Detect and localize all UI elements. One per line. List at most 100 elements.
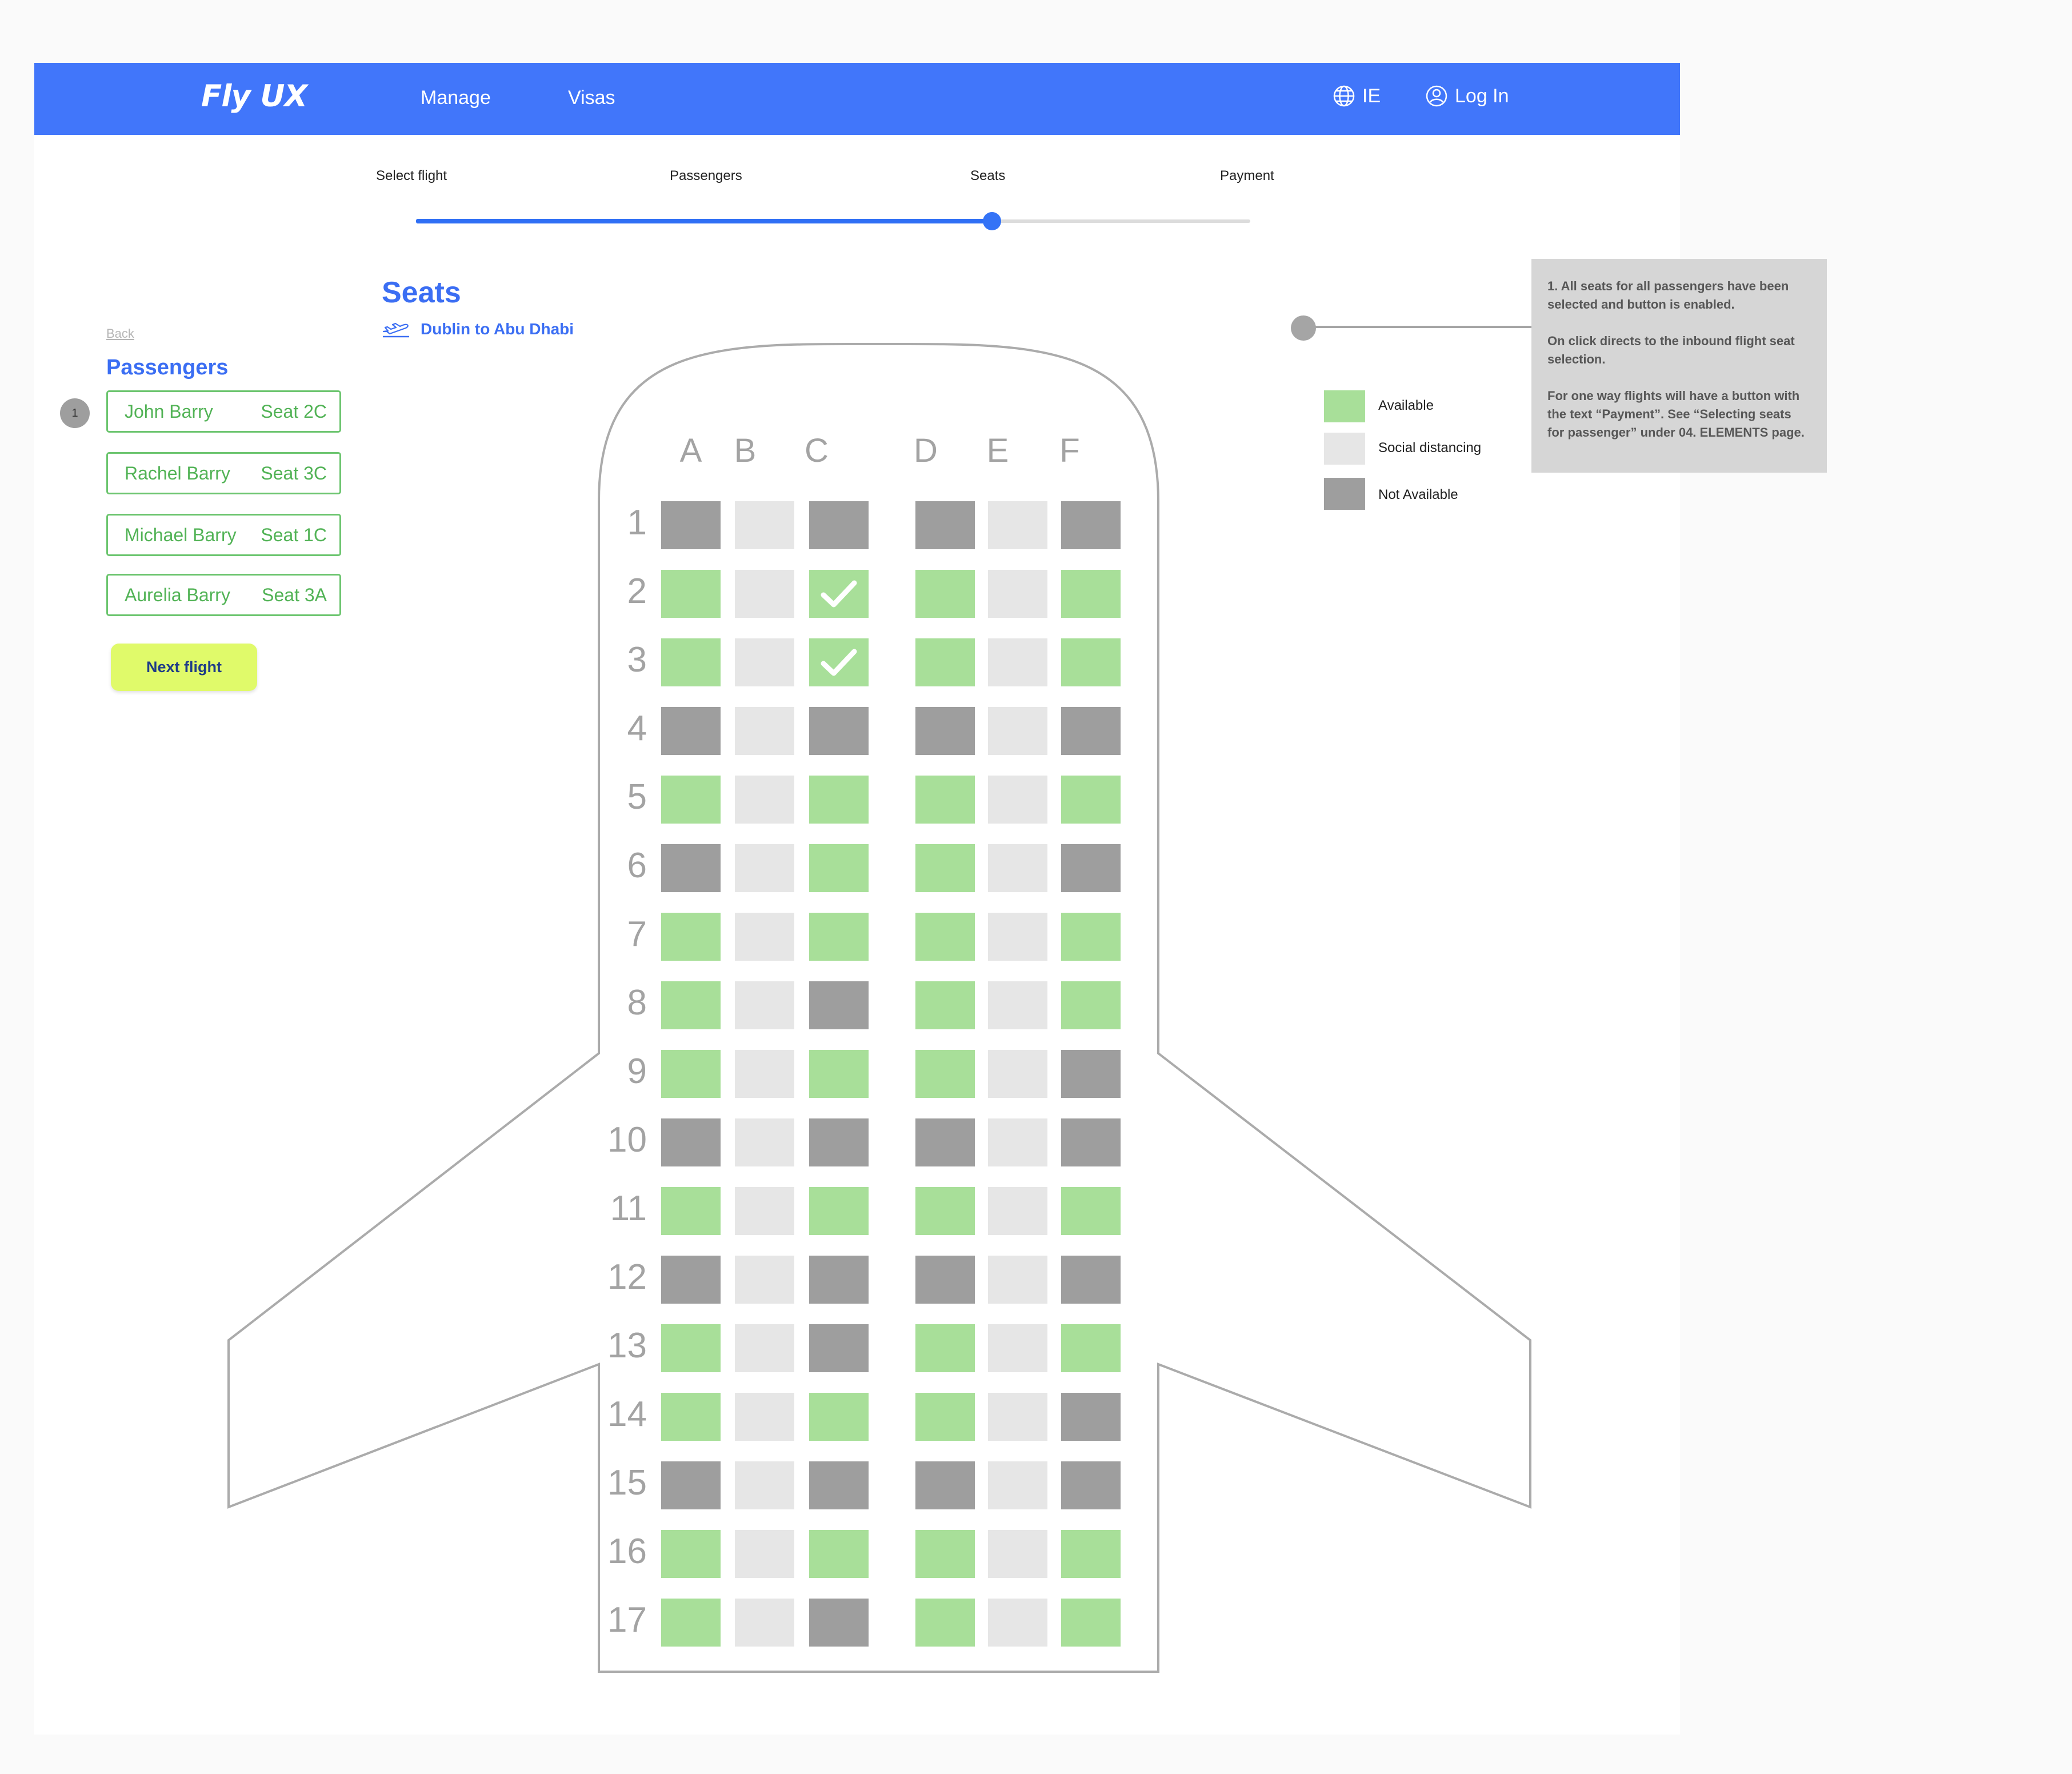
seat-5F[interactable] xyxy=(1061,776,1121,824)
row-number: 12 xyxy=(607,1257,647,1297)
seat-11C[interactable] xyxy=(809,1187,869,1235)
seat-13D[interactable] xyxy=(915,1324,975,1372)
row-number: 16 xyxy=(607,1532,647,1571)
seat-10F xyxy=(1061,1118,1121,1166)
seat-16B xyxy=(735,1530,794,1578)
seat-2E xyxy=(988,570,1047,618)
seat-6B xyxy=(735,844,794,892)
seat-2A[interactable] xyxy=(661,570,721,618)
seat-5C[interactable] xyxy=(809,776,869,824)
column-label: C xyxy=(805,432,829,469)
row-number: 7 xyxy=(627,914,647,954)
seat-13A[interactable] xyxy=(661,1324,721,1372)
seat-11A[interactable] xyxy=(661,1187,721,1235)
seat-15D xyxy=(915,1461,975,1509)
seat-12E xyxy=(988,1256,1047,1304)
seat-7D[interactable] xyxy=(915,913,975,961)
seat-3C[interactable] xyxy=(809,638,869,686)
row-number: 10 xyxy=(607,1120,647,1160)
seat-12A xyxy=(661,1256,721,1304)
seat-14B xyxy=(735,1393,794,1441)
seat-8D[interactable] xyxy=(915,981,975,1029)
seat-6D[interactable] xyxy=(915,844,975,892)
seat-11F[interactable] xyxy=(1061,1187,1121,1235)
seat-3F[interactable] xyxy=(1061,638,1121,686)
legend-label-unavailable: Not Available xyxy=(1378,487,1458,502)
legend-swatch-unavailable xyxy=(1324,478,1365,510)
seat-12D xyxy=(915,1256,975,1304)
seat-8F[interactable] xyxy=(1061,981,1121,1029)
seat-10B xyxy=(735,1118,794,1166)
seat-16D[interactable] xyxy=(915,1530,975,1578)
seat-15F xyxy=(1061,1461,1121,1509)
seat-14A[interactable] xyxy=(661,1393,721,1441)
row-number: 9 xyxy=(627,1052,647,1091)
seat-9B xyxy=(735,1050,794,1098)
seat-7C[interactable] xyxy=(809,913,869,961)
seat-8C xyxy=(809,981,869,1029)
seat-9D[interactable] xyxy=(915,1050,975,1098)
seat-13E xyxy=(988,1324,1047,1372)
seat-3B xyxy=(735,638,794,686)
seat-16F[interactable] xyxy=(1061,1530,1121,1578)
seat-3A[interactable] xyxy=(661,638,721,686)
seat-15C xyxy=(809,1461,869,1509)
seat-14F xyxy=(1061,1393,1121,1441)
seat-8B xyxy=(735,981,794,1029)
seat-2D[interactable] xyxy=(915,570,975,618)
seat-10A xyxy=(661,1118,721,1166)
seat-10C xyxy=(809,1118,869,1166)
seat-17D[interactable] xyxy=(915,1599,975,1647)
row-number: 5 xyxy=(627,777,647,817)
seat-17A[interactable] xyxy=(661,1599,721,1647)
column-label: F xyxy=(1059,432,1080,469)
seat-4C xyxy=(809,707,869,755)
seat-14C[interactable] xyxy=(809,1393,869,1441)
legend-swatch-available xyxy=(1324,390,1365,422)
seat-5A[interactable] xyxy=(661,776,721,824)
seat-11E xyxy=(988,1187,1047,1235)
seat-14E xyxy=(988,1393,1047,1441)
seat-7F[interactable] xyxy=(1061,913,1121,961)
seat-14D[interactable] xyxy=(915,1393,975,1441)
seat-4D xyxy=(915,707,975,755)
seat-16A[interactable] xyxy=(661,1530,721,1578)
row-number: 6 xyxy=(627,846,647,885)
seat-17B xyxy=(735,1599,794,1647)
seat-17E xyxy=(988,1599,1047,1647)
legend-label-available: Available xyxy=(1378,398,1434,413)
row-number: 1 xyxy=(627,503,647,542)
seat-9A[interactable] xyxy=(661,1050,721,1098)
column-label: D xyxy=(914,432,938,469)
seat-11D[interactable] xyxy=(915,1187,975,1235)
seat-1B xyxy=(735,501,794,549)
seat-5B xyxy=(735,776,794,824)
checkmark-icon xyxy=(821,580,857,608)
seat-3D[interactable] xyxy=(915,638,975,686)
seat-6C[interactable] xyxy=(809,844,869,892)
legend-label-social: Social distancing xyxy=(1378,440,1482,456)
annotation-text: For one way flights will have a button w… xyxy=(1547,389,1805,439)
seat-2F[interactable] xyxy=(1061,570,1121,618)
seat-8A[interactable] xyxy=(661,981,721,1029)
seat-1A xyxy=(661,501,721,549)
seat-7B xyxy=(735,913,794,961)
row-number: 3 xyxy=(627,640,647,680)
seat-16C[interactable] xyxy=(809,1530,869,1578)
column-label: B xyxy=(734,432,757,469)
seat-4E xyxy=(988,707,1047,755)
seat-7A[interactable] xyxy=(661,913,721,961)
seat-1D xyxy=(915,501,975,549)
seat-2C[interactable] xyxy=(809,570,869,618)
seat-17F[interactable] xyxy=(1061,1599,1121,1647)
seat-1E xyxy=(988,501,1047,549)
seat-12B xyxy=(735,1256,794,1304)
seat-13F[interactable] xyxy=(1061,1324,1121,1372)
row-number: 4 xyxy=(627,709,647,748)
seat-5D[interactable] xyxy=(915,776,975,824)
seat-9C[interactable] xyxy=(809,1050,869,1098)
annotation-note: 1. All seats for all passengers have bee… xyxy=(1531,259,1827,473)
row-number: 14 xyxy=(607,1395,647,1434)
seat-8E xyxy=(988,981,1047,1029)
checkmark-icon xyxy=(821,649,857,676)
